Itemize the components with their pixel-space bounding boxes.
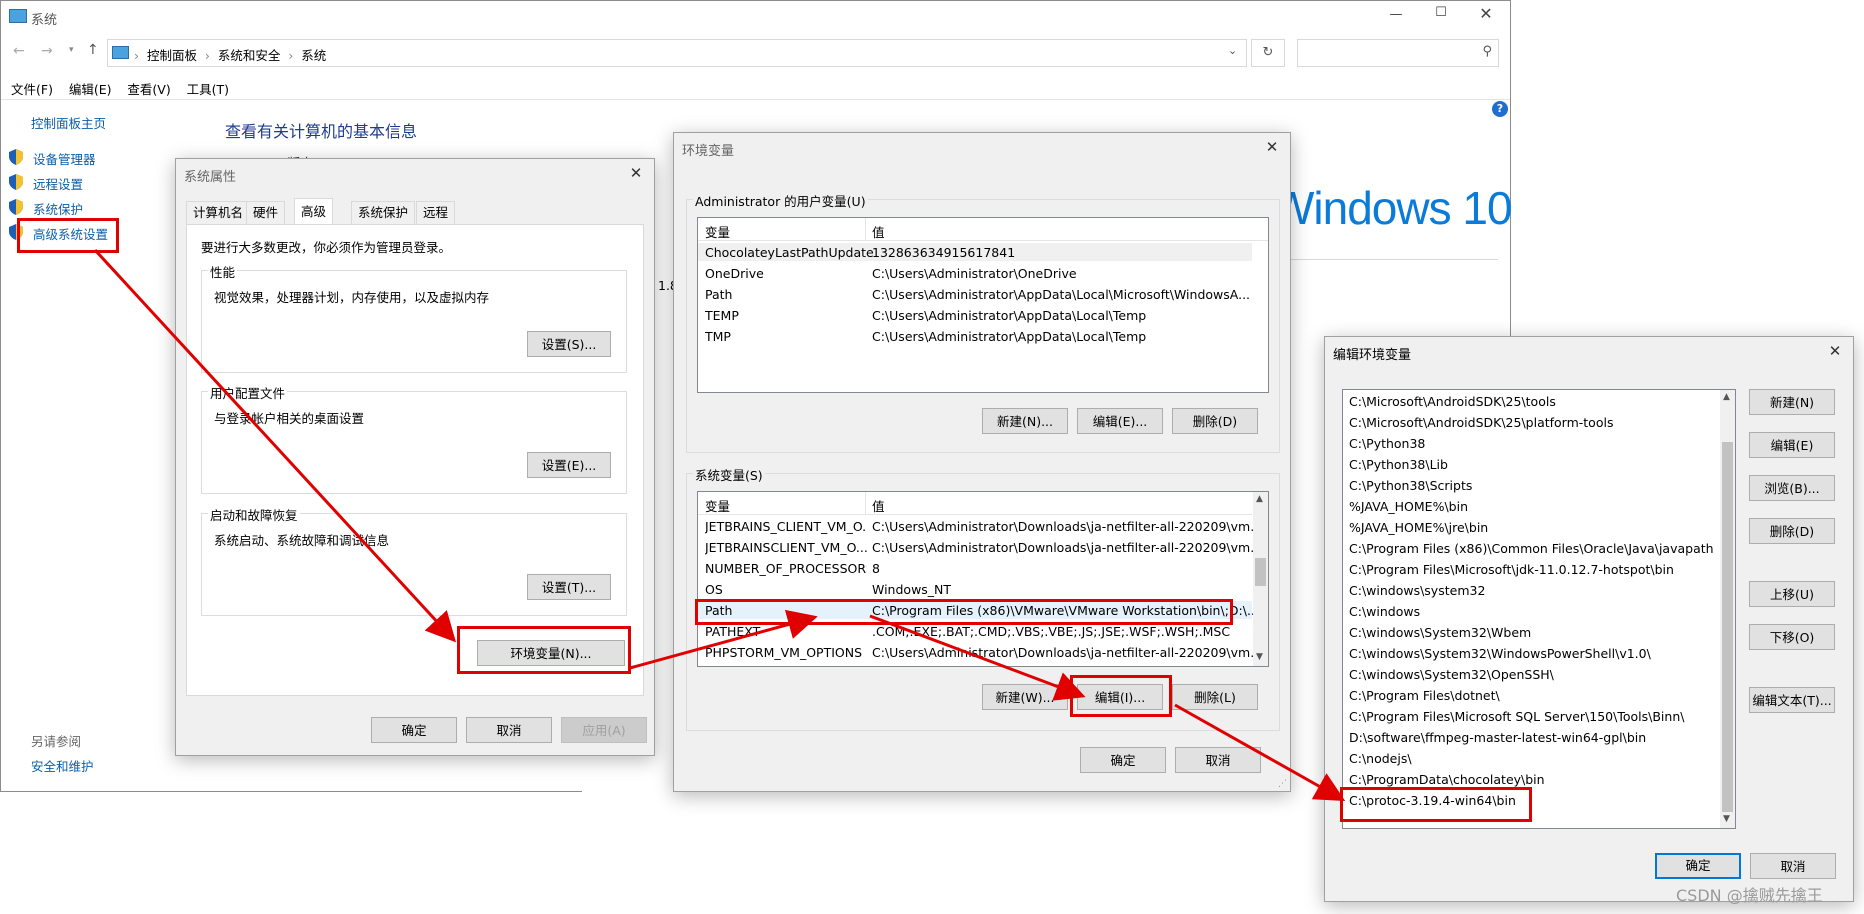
arrow-advanced-to-env-button	[93, 248, 457, 643]
arrow-env-button-to-path-row	[629, 609, 818, 670]
annotation-arrows	[93, 248, 1346, 801]
arrow-edit-to-new-path	[1174, 703, 1346, 801]
watermark: CSDN @擒贼先擒王	[1676, 886, 1823, 905]
arrow-path-row-to-edit	[869, 614, 1086, 701]
